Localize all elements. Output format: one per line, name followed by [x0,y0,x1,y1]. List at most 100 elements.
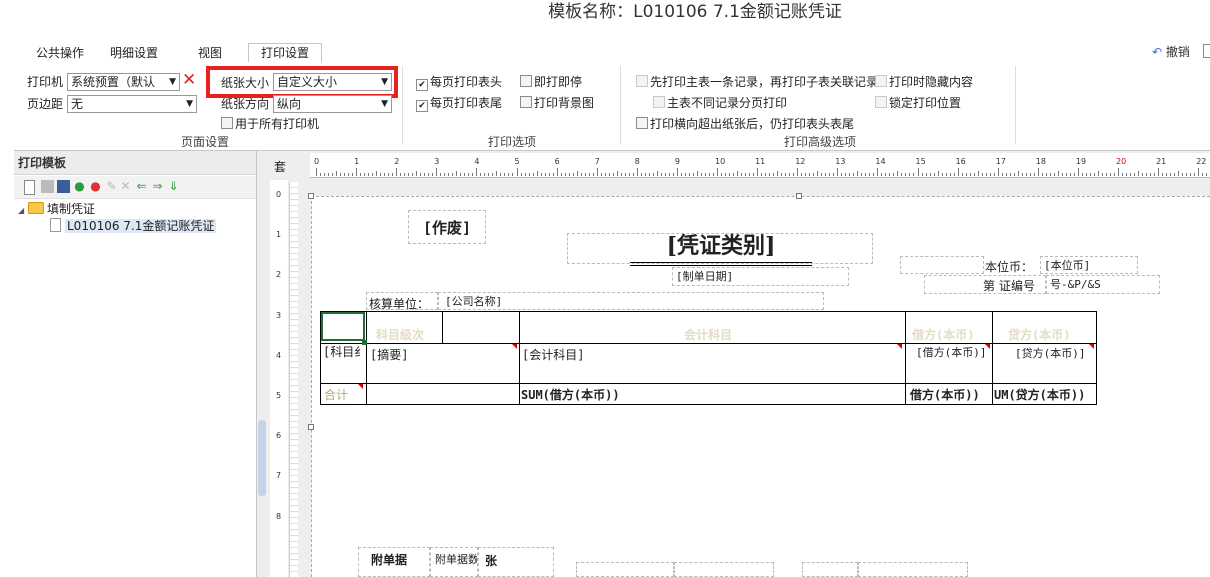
marker-icon [358,384,363,389]
ruler-tick [765,173,767,176]
void-field[interactable]: [作废] [408,210,486,244]
tree-node-template[interactable]: L010106 7.1金额记账凭证 [50,218,217,234]
divider [1015,66,1016,144]
save-as-icon[interactable] [57,180,70,193]
advanced-opt1-checkbox[interactable]: 先打印主表一条记录，再打印子表关联记录 [636,74,878,90]
selected-cell[interactable] [321,312,365,341]
resize-handle[interactable] [308,424,314,430]
margin-value: 无 [71,97,84,111]
cell-sum-debit[interactable]: 借方(本币)) [910,386,992,403]
ruler-tick [448,173,450,176]
ruler-tick [560,173,562,176]
print-and-stop-checkbox[interactable]: 即打即停 [520,74,582,90]
ruler-tick [488,173,490,176]
ruler-label: 0 [314,157,320,166]
ruler-tick [400,173,402,176]
ruler-tick [861,173,863,176]
ruler-tick [1005,173,1007,176]
footer-field[interactable] [858,562,968,577]
ruler-label: 5 [514,157,520,166]
tree-node-voucher[interactable]: ◢ 填制凭证 [18,201,95,219]
ruler-tick [412,173,414,176]
ruler-tick [536,171,538,176]
tab-detail[interactable]: 明细设置 [110,44,158,62]
panel-collapse-handle[interactable] [258,420,266,496]
template-panel-header: 打印模板 [14,151,256,175]
ruler-tick [965,173,967,176]
cell-sum-label[interactable]: SUM(借方(本币)) [521,386,620,403]
highlight-box [206,66,398,98]
cell-total[interactable]: 合计 [324,386,348,403]
edit-icon[interactable]: ✎ [105,180,118,193]
table-line [442,312,443,343]
ruler-tick [660,173,662,176]
delete-icon[interactable]: ● [89,180,102,193]
ruler-label: 19 [1075,157,1087,166]
ruler-tick [564,173,566,176]
footer-field[interactable] [802,562,858,577]
date-field[interactable]: [制单日期] [672,267,849,286]
ruler-tick [336,171,338,176]
print-background-checkbox[interactable]: 打印背景图 [520,95,594,111]
new-icon[interactable] [24,180,35,195]
attach-label[interactable]: 附单据 [358,547,430,577]
download-icon[interactable]: ⇓ [167,180,180,193]
advanced-opt5-checkbox[interactable]: 打印横向超出纸张后，仍打印表头表尾 [636,116,854,132]
ruler-tick [753,173,755,176]
cell-account[interactable]: [会计科目] [522,346,584,363]
cell-debit[interactable]: [借方(本币)] [916,344,992,360]
ruler-label: 1 [276,230,282,240]
remove-icon[interactable]: ✕ [119,180,132,193]
import-icon[interactable]: ⇐ [135,180,148,193]
voucher-no-field[interactable]: 号-&P/&S [1046,275,1160,294]
advanced-opt3-checkbox[interactable]: 主表不同记录分页打印 [653,95,787,111]
ruler-tick [544,173,546,176]
close-icon[interactable]: ✕ [182,71,196,89]
footer-field[interactable] [576,562,674,577]
all-printers-checkbox[interactable]: 用于所有打印机 [221,116,319,132]
company-field[interactable]: [公司名称] [438,292,824,310]
ruler-tick [773,173,775,176]
ruler-label: 14 [875,157,886,166]
ruler-vertical-minor [289,182,298,577]
advanced-opt2-checkbox[interactable]: 打印时隐藏内容 [875,74,973,90]
tab-print-settings[interactable]: 打印设置 [248,43,323,63]
ruler-corner: 套 [274,160,287,174]
save-icon[interactable] [41,180,54,193]
footer-field[interactable] [674,562,774,577]
orientation-select[interactable]: 纵向 ▼ [273,95,392,113]
tab-common[interactable]: 公共操作 [36,44,84,62]
ruler-tick [324,173,326,176]
resize-handle[interactable] [308,193,314,199]
advanced-opt4-checkbox[interactable]: 锁定打印位置 [875,95,961,111]
printer-select[interactable]: 系统预置（默认 ▼ [67,73,180,91]
cell-summary[interactable]: [摘要] [370,346,408,363]
cell-credit[interactable]: [贷方(本币)] [1015,345,1091,361]
ruler-tick [672,173,674,176]
currency-field[interactable]: [本位币] [1040,256,1138,274]
ruler-tick [1113,173,1115,176]
export-icon[interactable]: ⇒ [151,180,164,193]
attach-field[interactable]: 附单据数 [430,547,478,577]
ruler-tick [504,173,506,176]
cell-subject[interactable]: [科目纟 [323,343,365,360]
ruler-tick [528,173,530,176]
cell-sum-credit[interactable]: UM(贷方(本币)) [994,386,1096,403]
ruler-tick [1093,173,1095,176]
undo-button[interactable]: ↶ 撤销 [1152,43,1190,60]
ruler-tick [524,173,526,176]
ruler-tick [368,173,370,176]
header-each-page-checkbox[interactable]: ✔ 每页打印表头 [416,74,502,91]
tab-view[interactable]: 视图 [198,44,222,62]
ruler-tick [989,173,991,176]
ruler-tick [556,168,558,176]
attach-unit[interactable]: 张 [478,547,554,577]
ruler-tick [925,173,927,176]
check-icon[interactable]: ● [73,180,86,193]
margin-select[interactable]: 无 ▼ [67,95,197,113]
ruler-tick [456,171,458,176]
ruler-tick [392,173,394,176]
ruler-tick [869,173,871,176]
resize-handle[interactable] [796,193,802,199]
footer-each-page-checkbox[interactable]: ✔ 每页打印表尾 [416,95,502,112]
